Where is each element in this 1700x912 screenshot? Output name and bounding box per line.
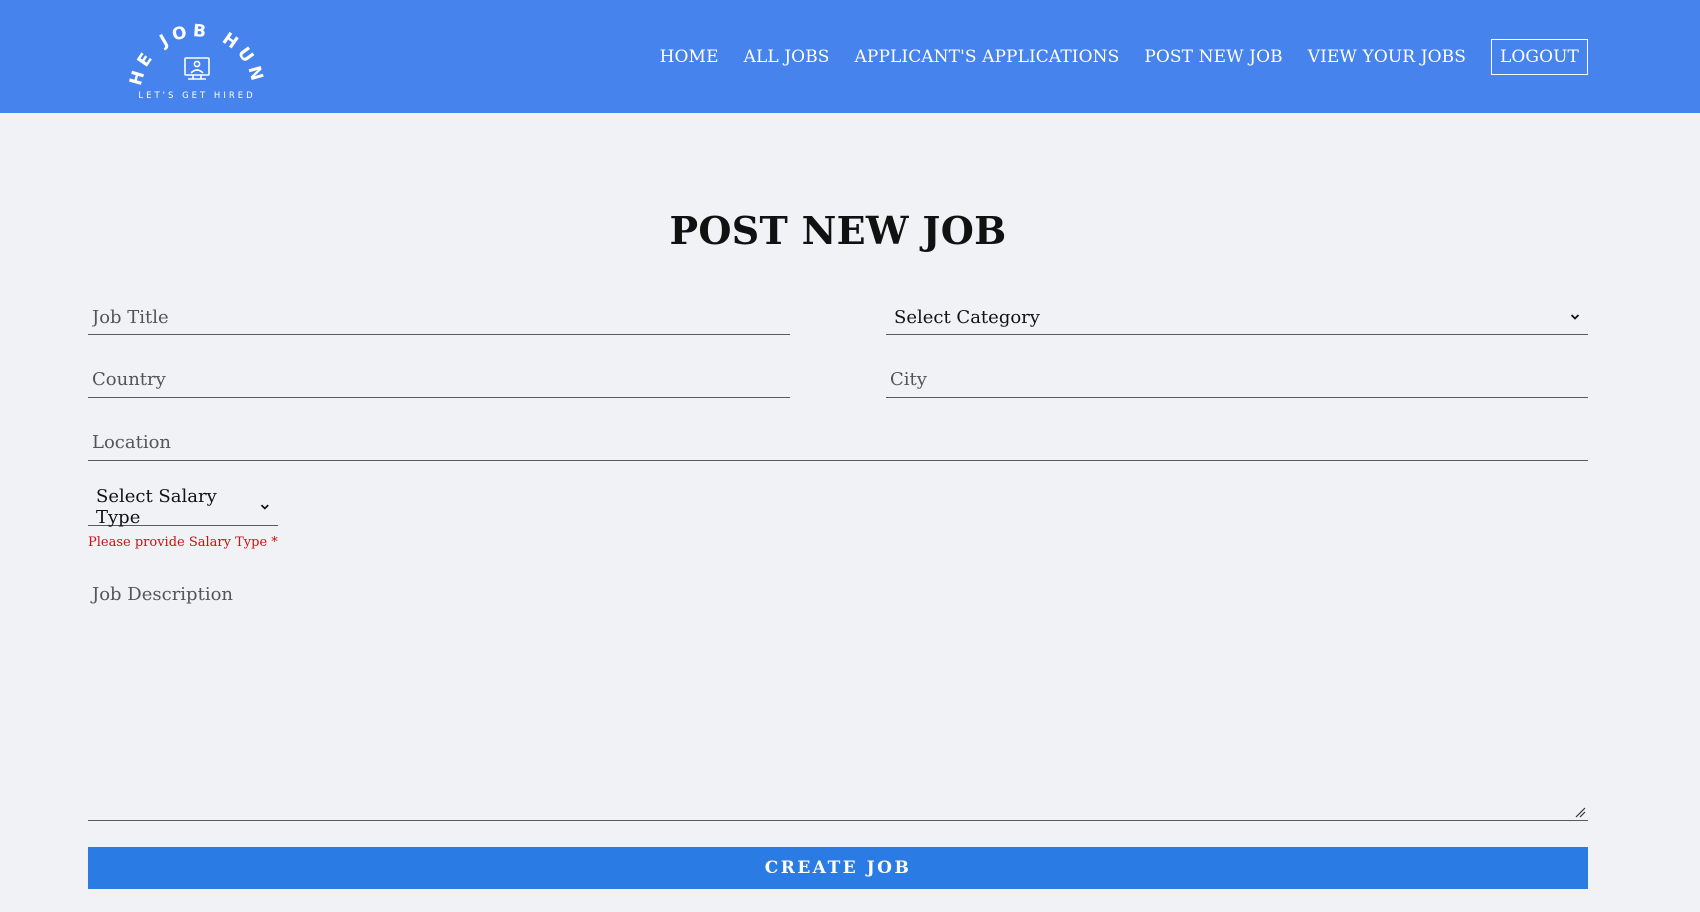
svg-text:THE JOB HUNT: THE JOB HUNT [126,22,268,88]
resize-handle-icon[interactable] [1574,806,1586,818]
salary-type-error: Please provide Salary Type * [88,535,278,550]
city-input[interactable] [886,362,1588,398]
page-title: POST NEW JOB [669,208,1007,253]
salary-type-select-value: Select Salary Type [96,486,217,528]
country-input[interactable] [88,362,790,398]
nav-all-jobs[interactable]: ALL JOBS [744,47,830,67]
nav-view-your-jobs[interactable]: VIEW YOUR JOBS [1308,47,1466,67]
create-job-button[interactable]: CREATE JOB [88,847,1588,889]
svg-text:LET'S GET HIRED: LET'S GET HIRED [138,91,255,101]
job-hunt-logo[interactable]: THE JOB HUNT LET'S GET HIRED [126,22,268,104]
job-description-textarea[interactable] [88,578,1588,821]
category-select[interactable]: Select Category [886,300,1588,335]
computer-icon [184,57,210,80]
chevron-down-icon [1570,314,1580,320]
nav-post-new-job[interactable]: POST NEW JOB [1144,47,1282,67]
job-title-input[interactable] [88,300,790,335]
chevron-down-icon [261,504,270,510]
salary-type-select[interactable]: Select Salary Type [88,486,278,528]
location-input[interactable] [88,425,1588,461]
category-select-value: Select Category [894,306,1040,328]
nav-applicants-applications[interactable]: APPLICANT'S APPLICATIONS [855,47,1120,67]
main-nav: HOME ALL JOBS APPLICANT'S APPLICATIONS P… [660,39,1588,75]
top-navbar: THE JOB HUNT LET'S GET HIRED HOME ALL JO… [0,0,1700,113]
nav-home[interactable]: HOME [660,47,719,67]
logout-button[interactable]: LOGOUT [1490,39,1588,75]
